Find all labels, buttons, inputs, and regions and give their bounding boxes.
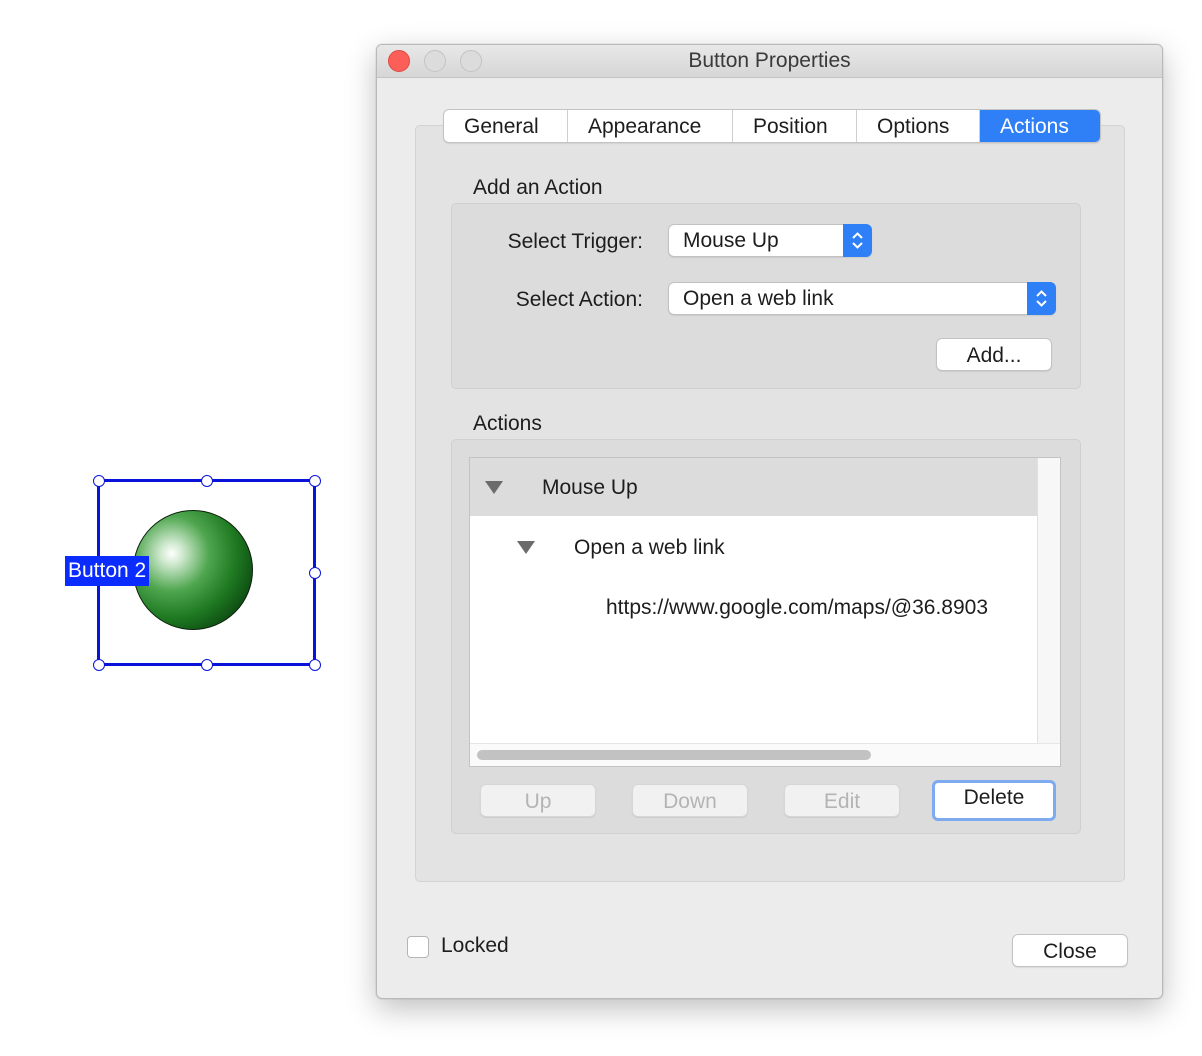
trigger-select[interactable]: Mouse Up — [668, 224, 872, 257]
tab-appearance[interactable]: Appearance — [568, 110, 733, 142]
title-bar[interactable]: Button Properties — [377, 45, 1162, 78]
actions-heading: Actions — [473, 412, 542, 435]
actions-tree-list[interactable]: Mouse Up Open a web link https://www.goo… — [469, 457, 1061, 767]
vertical-scrollbar[interactable] — [1037, 458, 1060, 743]
disclosure-triangle-icon[interactable] — [485, 481, 503, 494]
list-item-trigger[interactable]: Mouse Up — [470, 458, 1038, 516]
move-up-button[interactable]: Up — [480, 784, 596, 817]
locked-label: Locked — [441, 934, 509, 957]
tab-position[interactable]: Position — [733, 110, 857, 142]
window-title: Button Properties — [688, 49, 851, 72]
action-select[interactable]: Open a web link — [668, 282, 1056, 315]
updown-chevron-icon — [1027, 282, 1056, 315]
resize-handle-top[interactable] — [201, 475, 213, 487]
action-select-value: Open a web link — [683, 287, 834, 310]
resize-handle-bottom-right[interactable] — [309, 659, 321, 671]
horizontal-scrollbar[interactable] — [470, 743, 1060, 766]
resize-handle-bottom-left[interactable] — [93, 659, 105, 671]
delete-action-button[interactable]: Delete — [932, 780, 1056, 821]
button-sphere-graphic — [133, 510, 253, 630]
tab-general[interactable]: General — [444, 110, 568, 142]
locked-checkbox[interactable] — [407, 936, 429, 958]
resize-handle-bottom[interactable] — [201, 659, 213, 671]
action-name: Open a web link — [574, 536, 725, 559]
button-field-label: Button 2 — [65, 556, 150, 586]
trigger-select-value: Mouse Up — [683, 229, 779, 252]
add-action-heading: Add an Action — [473, 176, 603, 199]
resize-handle-top-left[interactable] — [93, 475, 105, 487]
canvas: Button 2 Button Properties General Appea… — [0, 0, 1202, 1056]
select-trigger-label: Select Trigger: — [507, 230, 643, 253]
tab-bar: General Appearance Position Options Acti… — [443, 109, 1101, 143]
list-item-action[interactable]: Open a web link — [470, 516, 1038, 576]
action-url: https://www.google.com/maps/@36.8903 — [606, 596, 989, 619]
updown-chevron-icon — [843, 224, 872, 257]
tab-options[interactable]: Options — [857, 110, 980, 142]
add-action-button[interactable]: Add... — [936, 338, 1052, 371]
resize-handle-top-right[interactable] — [309, 475, 321, 487]
select-action-label: Select Action: — [515, 288, 643, 311]
button-properties-dialog: Button Properties General Appearance Pos… — [376, 44, 1163, 999]
edit-action-button[interactable]: Edit — [784, 784, 900, 817]
disclosure-triangle-icon[interactable] — [517, 541, 535, 554]
horizontal-scrollbar-thumb[interactable] — [477, 750, 871, 760]
list-item-url[interactable]: https://www.google.com/maps/@36.8903 — [470, 576, 1038, 636]
tab-actions[interactable]: Actions — [980, 110, 1100, 142]
trigger-name: Mouse Up — [542, 476, 638, 499]
move-down-button[interactable]: Down — [632, 784, 748, 817]
resize-handle-right[interactable] — [309, 567, 321, 579]
close-button[interactable]: Close — [1012, 934, 1128, 967]
